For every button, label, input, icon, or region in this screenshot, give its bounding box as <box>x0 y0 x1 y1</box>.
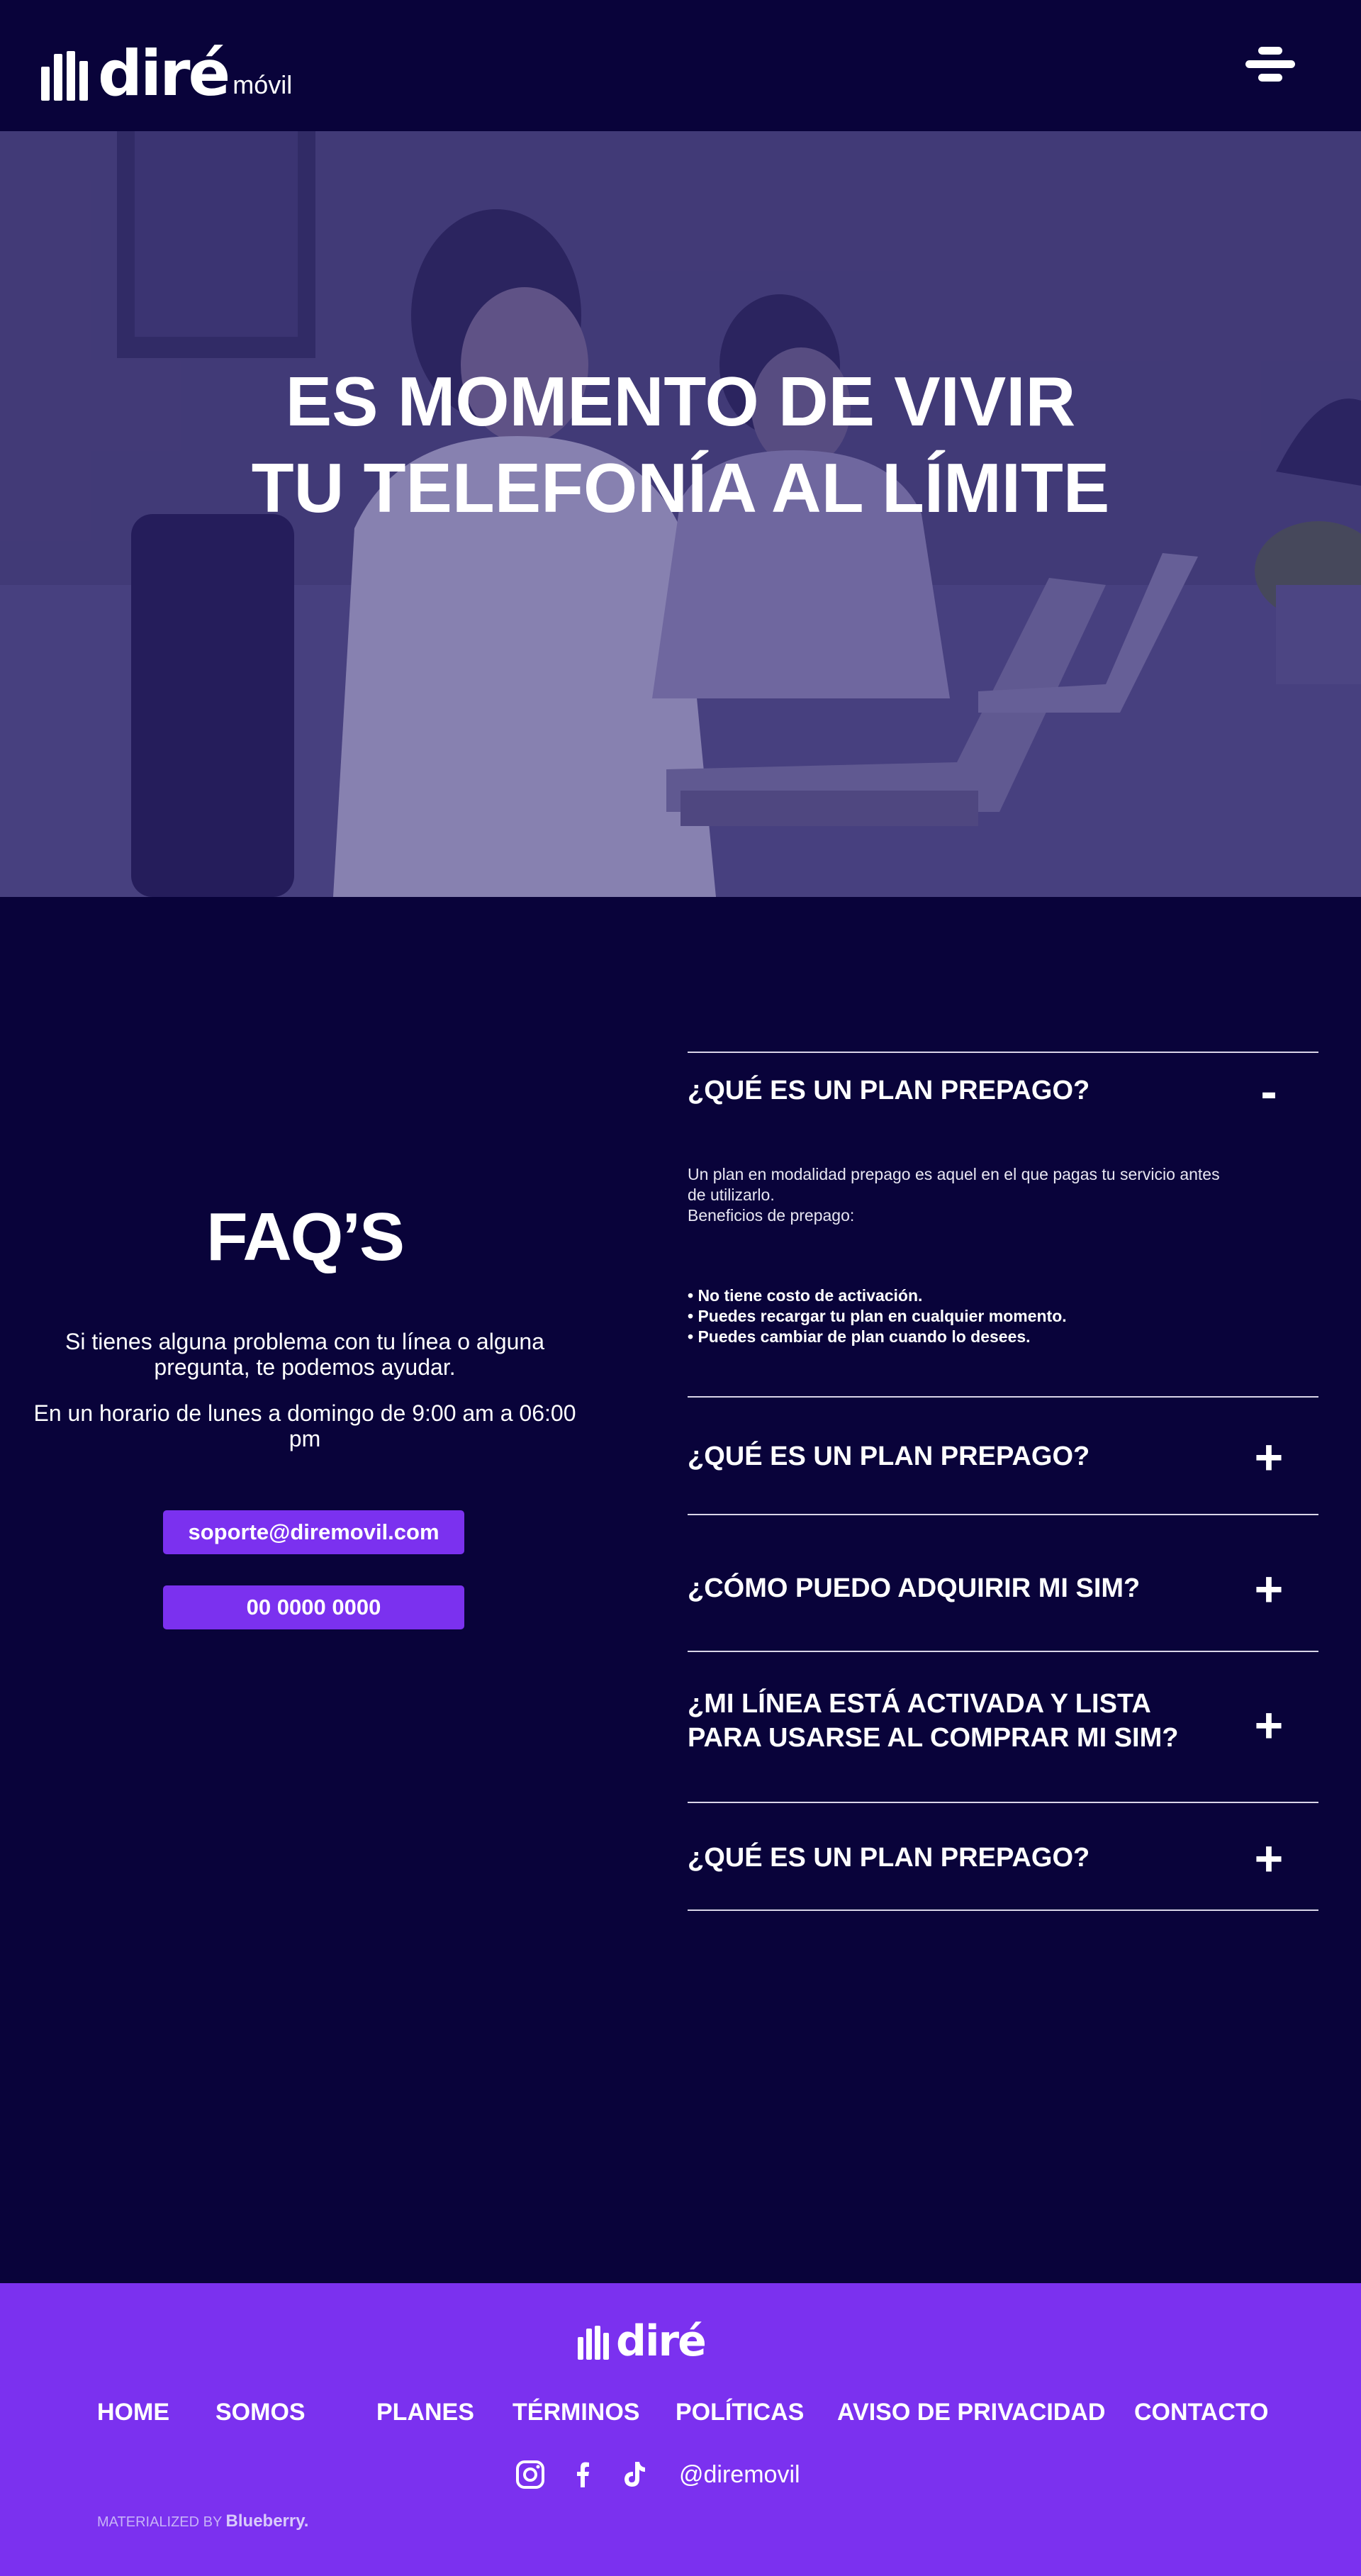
faq-question-1[interactable]: ¿QUÉ ES UN PLAN PREPAGO? <box>688 1074 1233 1108</box>
logo-subtitle: móvil <box>233 70 293 99</box>
site-footer: diré HOME SOMOS PLANES TÉRMINOS POLÍTICA… <box>0 2283 1361 2576</box>
nav-home[interactable]: HOME <box>97 2398 169 2426</box>
hero-title: ES MOMENTO DE VIVIR TU TELEFONÍA AL LÍMI… <box>0 358 1361 531</box>
expand-plus-icon[interactable]: + <box>1248 1564 1290 1614</box>
faq-answer-1-benefits: • No tiene costo de activación. • Puedes… <box>688 1286 1226 1347</box>
faq-answer-1-subtitle: Beneficios de prepago: <box>688 1206 855 1225</box>
expand-plus-icon[interactable]: + <box>1248 1834 1290 1883</box>
list-item: • Puedes cambiar de plan cuando lo desee… <box>688 1327 1031 1346</box>
social-handle[interactable]: @diremovil <box>679 2460 800 2489</box>
support-phone-button[interactable]: 00 0000 0000 <box>163 1585 464 1629</box>
faq-question-3[interactable]: ¿CÓMO PUEDO ADQUIRIR MI SIM? <box>688 1571 1233 1605</box>
nav-contacto[interactable]: CONTACTO <box>1134 2398 1269 2426</box>
expand-plus-icon[interactable]: + <box>1248 1700 1290 1750</box>
nav-somos[interactable]: SOMOS <box>215 2398 306 2426</box>
credit-text: MATERIALIZED BY Blueberry. <box>97 2511 308 2532</box>
hero-banner: ES MOMENTO DE VIVIR TU TELEFONÍA AL LÍMI… <box>0 131 1361 897</box>
faq-intro-text: Si tienes alguna problema con tu línea o… <box>65 1329 545 1380</box>
logo-wordmark: diré <box>98 37 230 110</box>
faq-answer-1: Un plan en modalidad prepago es aquel en… <box>688 1164 1226 1226</box>
faq-divider <box>688 1909 1318 1911</box>
faq-divider <box>688 1651 1318 1652</box>
faq-divider <box>688 1396 1318 1398</box>
logo-mark-icon <box>578 2326 609 2360</box>
instagram-icon[interactable] <box>515 2459 546 2490</box>
list-item: • No tiene costo de activación. <box>688 1286 923 1305</box>
support-email-button[interactable]: soporte@diremovil.com <box>163 1510 464 1554</box>
credit-prefix: MATERIALIZED BY <box>97 2514 222 2530</box>
faq-question-2[interactable]: ¿QUÉ ES UN PLAN PREPAGO? <box>688 1439 1233 1473</box>
collapse-minus-icon[interactable]: - <box>1248 1066 1290 1116</box>
nav-politicas[interactable]: POLÍTICAS <box>676 2398 804 2426</box>
credit-brand[interactable]: Blueberry. <box>226 2511 309 2531</box>
faq-heading: FAQ’S <box>206 1199 405 1275</box>
hero-title-line-1: ES MOMENTO DE VIVIR <box>285 362 1076 440</box>
faq-hours-text: En un horario de lunes a domingo de 9:00… <box>33 1400 576 1451</box>
faq-question-5[interactable]: ¿QUÉ ES UN PLAN PREPAGO? <box>688 1841 1233 1875</box>
faq-question-4[interactable]: ¿MI LÍNEA ESTÁ ACTIVADA Y LISTA PARA USA… <box>688 1687 1226 1755</box>
list-item: • Puedes recargar tu plan en cualquier m… <box>688 1307 1067 1325</box>
nav-planes[interactable]: PLANES <box>376 2398 474 2426</box>
faq-divider <box>688 1802 1318 1803</box>
nav-terminos[interactable]: TÉRMINOS <box>513 2398 639 2426</box>
faq-divider <box>688 1514 1318 1515</box>
footer-logo-wordmark: diré <box>616 2316 707 2366</box>
brand-logo[interactable]: diré móvil <box>41 37 293 110</box>
hero-title-line-2: TU TELEFONÍA AL LÍMITE <box>251 449 1110 527</box>
expand-plus-icon[interactable]: + <box>1248 1432 1290 1482</box>
tiktok-icon[interactable] <box>618 2459 649 2490</box>
footer-logo[interactable]: diré <box>578 2316 707 2366</box>
faq-section: FAQ’S Si tienes alguna problema con tu l… <box>0 897 1361 2283</box>
hamburger-menu-icon[interactable] <box>1245 43 1295 85</box>
facebook-icon[interactable] <box>567 2459 598 2490</box>
faq-answer-1-text: Un plan en modalidad prepago es aquel en… <box>688 1165 1220 1204</box>
site-header: diré móvil <box>0 0 1361 131</box>
logo-mark-icon <box>41 51 88 101</box>
faq-divider <box>688 1052 1318 1053</box>
nav-aviso-de-privacidad[interactable]: AVISO DE PRIVACIDAD <box>837 2398 1105 2426</box>
